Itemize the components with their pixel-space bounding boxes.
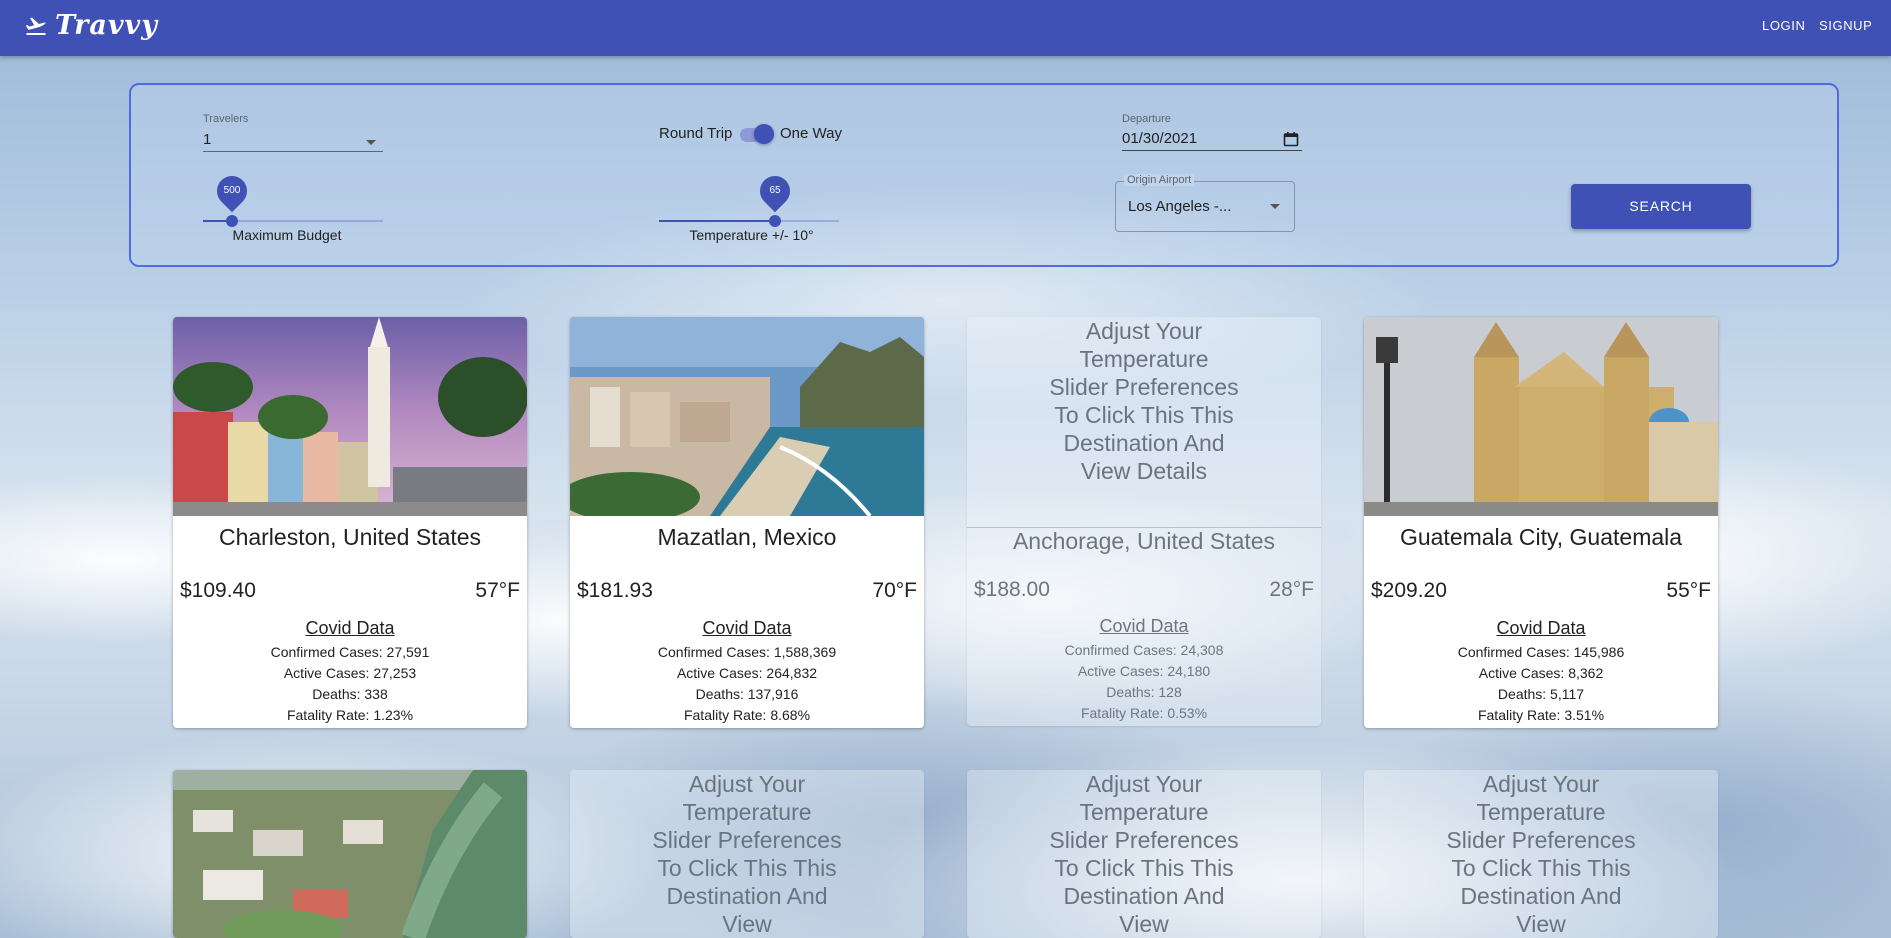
chevron-down-icon [1270, 204, 1280, 209]
temperature-caption: Temperature +/- 10° [689, 227, 814, 243]
fatality-rate: Fatality Rate: 8.68% [683, 707, 811, 723]
deaths: Deaths: 5,117 [1497, 686, 1585, 702]
destination-photo [173, 770, 527, 938]
fatality-rate: Fatality Rate: 1.23% [286, 707, 414, 723]
temperature-value-label: 65 [769, 185, 781, 196]
destination-temperature: 55°F [1666, 579, 1711, 602]
active-cases: Active Cases: 27,253 [283, 665, 417, 681]
signup-button[interactable]: SIGNUP [1819, 18, 1872, 33]
covid-data-heading: Covid Data [1496, 618, 1586, 638]
temperature-slider-thumb[interactable] [769, 215, 781, 227]
temperature-track-filled [659, 220, 775, 222]
departure-label: Departure [1122, 113, 1171, 125]
confirmed-cases: Confirmed Cases: 24,308 [1064, 642, 1224, 658]
budget-value-label: 500 [223, 185, 241, 196]
active-cases: Active Cases: 24,180 [1077, 663, 1211, 679]
departure-date-input[interactable]: 01/30/2021 [1122, 130, 1302, 151]
app-bar: Travvy LOGIN SIGNUP [0, 0, 1891, 56]
travelers-value: 1 [203, 131, 212, 148]
search-panel [129, 83, 1839, 267]
origin-airport-value: Los Angeles -... [1128, 198, 1232, 215]
confirmed-cases: Confirmed Cases: 1,588,369 [657, 644, 837, 660]
adjust-temperature-message: Adjust Your Temperature Slider Preferenc… [1049, 771, 1239, 937]
departure-date-value: 01/30/2021 [1122, 130, 1198, 147]
destination-card[interactable] [173, 770, 527, 938]
destination-temperature: 57°F [475, 579, 520, 602]
destination-photo [173, 317, 527, 516]
origin-airport-label: Origin Airport [1124, 174, 1195, 186]
destination-card[interactable]: Charleston, United States $109.40 57°F C… [173, 317, 527, 728]
destination-city: Charleston, United States [218, 524, 482, 550]
calendar-icon[interactable] [1283, 131, 1299, 147]
brand-logo[interactable]: Travvy [55, 10, 158, 41]
destination-photo [1364, 317, 1718, 516]
destination-city: Guatemala City, Guatemala [1399, 524, 1683, 550]
flight-price: $181.93 [577, 579, 653, 602]
active-cases: Active Cases: 264,832 [676, 665, 818, 681]
budget-caption: Maximum Budget [232, 227, 342, 243]
airplane-icon [25, 17, 47, 35]
confirmed-cases: Confirmed Cases: 145,986 [1457, 644, 1625, 660]
deaths: Deaths: 128 [1106, 684, 1182, 700]
deaths: Deaths: 338 [312, 686, 388, 702]
budget-slider-thumb[interactable] [226, 215, 238, 227]
destination-card[interactable]: Guatemala City, Guatemala $209.20 55°F C… [1364, 317, 1718, 728]
destination-card-disabled[interactable]: Adjust Your Temperature Slider Preferenc… [570, 770, 924, 938]
flight-price: $109.40 [180, 579, 256, 602]
destination-card-disabled[interactable]: Adjust Your Temperature Slider Preferenc… [967, 317, 1321, 726]
destination-card-disabled[interactable]: Adjust Your Temperature Slider Preferenc… [1364, 770, 1718, 938]
covid-data-heading: Covid Data [1099, 616, 1189, 636]
search-button[interactable]: SEARCH [1571, 184, 1751, 229]
travelers-label: Travelers [203, 113, 249, 125]
chevron-down-icon [366, 140, 376, 145]
budget-track[interactable] [232, 220, 383, 222]
covid-data-heading: Covid Data [702, 618, 792, 638]
destination-temperature: 28°F [1269, 578, 1314, 601]
adjust-temperature-message: Adjust Your Temperature Slider Preferenc… [1446, 771, 1636, 937]
confirmed-cases: Confirmed Cases: 27,591 [270, 644, 430, 660]
adjust-temperature-message: Adjust Your Temperature Slider Preferenc… [1049, 318, 1239, 484]
login-button[interactable]: LOGIN [1762, 18, 1805, 33]
destination-city: Mazatlan, Mexico [657, 524, 837, 550]
fatality-rate: Fatality Rate: 3.51% [1477, 707, 1605, 723]
temperature-track[interactable] [775, 220, 839, 222]
round-trip-label: Round Trip [659, 125, 733, 142]
one-way-label: One Way [780, 125, 842, 142]
adjust-temperature-message: Adjust Your Temperature Slider Preferenc… [652, 771, 842, 937]
flight-price: $209.20 [1371, 579, 1447, 602]
active-cases: Active Cases: 8,362 [1478, 665, 1604, 681]
deaths: Deaths: 137,916 [695, 686, 799, 702]
covid-data-heading: Covid Data [305, 618, 395, 638]
destination-city: Anchorage, United States [1012, 528, 1276, 554]
destination-photo [570, 317, 924, 516]
destination-card[interactable]: Mazatlan, Mexico $181.93 70°F Covid Data… [570, 317, 924, 728]
destination-temperature: 70°F [872, 579, 917, 602]
flight-price: $188.00 [974, 578, 1050, 601]
fatality-rate: Fatality Rate: 0.53% [1080, 705, 1208, 721]
travelers-select[interactable]: 1 [203, 131, 383, 152]
trip-type-switch-thumb[interactable] [754, 124, 774, 144]
destination-card-disabled[interactable]: Adjust Your Temperature Slider Preferenc… [967, 770, 1321, 938]
